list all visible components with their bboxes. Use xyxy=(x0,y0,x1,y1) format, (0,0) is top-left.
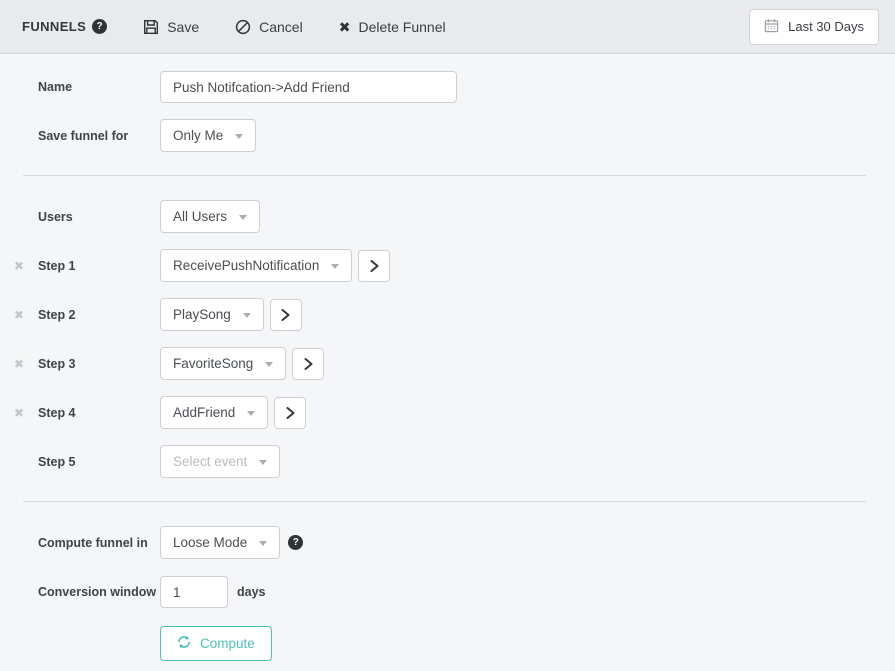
chevron-down-icon xyxy=(259,460,267,465)
step-3-event-value: FavoriteSong xyxy=(173,356,253,371)
step-5-event-placeholder: Select event xyxy=(173,454,247,469)
save-button[interactable]: Save xyxy=(143,19,199,35)
chevron-down-icon xyxy=(235,134,243,139)
save-icon xyxy=(143,19,159,35)
step-label: Step 1 xyxy=(38,259,160,273)
chevron-down-icon xyxy=(265,362,273,367)
step-row: Step 5 Select event xyxy=(0,445,895,478)
step-3-properties-button[interactable] xyxy=(292,348,324,380)
compute-button-label: Compute xyxy=(200,636,255,651)
save-button-label: Save xyxy=(167,19,199,35)
chevron-right-icon xyxy=(370,260,379,272)
step-1-event-value: ReceivePushNotification xyxy=(173,258,319,273)
save-funnel-for-row: Save funnel for Only Me xyxy=(0,119,895,152)
save-funnel-for-select[interactable]: Only Me xyxy=(160,119,256,152)
date-range-label: Last 30 Days xyxy=(788,19,864,34)
conversion-window-input[interactable] xyxy=(160,576,228,608)
name-row: Name xyxy=(0,71,895,103)
name-label: Name xyxy=(38,80,160,94)
compute-mode-help-icon[interactable]: ? xyxy=(288,535,303,550)
step-label: Step 4 xyxy=(38,406,160,420)
chevron-down-icon xyxy=(247,411,255,416)
step-4-event-select[interactable]: AddFriend xyxy=(160,396,268,429)
chevron-down-icon xyxy=(259,541,267,546)
chevron-down-icon xyxy=(239,215,247,220)
conversion-window-label: Conversion window xyxy=(38,585,160,599)
step-label: Step 2 xyxy=(38,308,160,322)
remove-step-icon[interactable]: ✖ xyxy=(14,260,24,272)
step-row: ✖ Step 2 PlaySong xyxy=(0,298,895,331)
conversion-window-unit: days xyxy=(237,585,266,599)
step-label: Step 3 xyxy=(38,357,160,371)
divider xyxy=(23,175,866,176)
funnel-editor-form: Name Save funnel for Only Me Users All U… xyxy=(0,54,895,661)
funnels-help-icon[interactable]: ? xyxy=(92,19,107,34)
step-4-event-value: AddFriend xyxy=(173,405,235,420)
date-range-button[interactable]: Last 30 Days xyxy=(749,9,879,45)
chevron-down-icon xyxy=(331,264,339,269)
delete-funnel-label: Delete Funnel xyxy=(358,19,445,35)
divider xyxy=(23,501,866,502)
users-label: Users xyxy=(38,210,160,224)
step-1-properties-button[interactable] xyxy=(358,250,390,282)
step-3-event-select[interactable]: FavoriteSong xyxy=(160,347,286,380)
refresh-icon xyxy=(177,635,191,652)
compute-mode-row: Compute funnel in Loose Mode ? xyxy=(0,526,895,559)
step-row: ✖ Step 3 FavoriteSong xyxy=(0,347,895,380)
page-title-text: FUNNELS xyxy=(22,19,86,34)
compute-button[interactable]: Compute xyxy=(160,626,272,661)
calendar-icon xyxy=(764,18,779,36)
funnel-name-input[interactable] xyxy=(160,71,457,103)
step-row: ✖ Step 4 AddFriend xyxy=(0,396,895,429)
step-4-properties-button[interactable] xyxy=(274,397,306,429)
save-funnel-for-value: Only Me xyxy=(173,128,223,143)
remove-step-icon[interactable]: ✖ xyxy=(14,358,24,370)
compute-mode-value: Loose Mode xyxy=(173,535,247,550)
compute-mode-label: Compute funnel in xyxy=(38,536,160,550)
step-5-event-select[interactable]: Select event xyxy=(160,445,280,478)
users-select[interactable]: All Users xyxy=(160,200,260,233)
topbar: FUNNELS ? Save Cancel ✖ Delete Funnel xyxy=(0,0,895,54)
delete-icon: ✖ xyxy=(339,20,351,34)
step-2-properties-button[interactable] xyxy=(270,299,302,331)
remove-step-icon[interactable]: ✖ xyxy=(14,407,24,419)
chevron-right-icon xyxy=(286,407,295,419)
step-label: Step 5 xyxy=(38,455,160,469)
save-funnel-for-label: Save funnel for xyxy=(38,129,160,143)
conversion-window-row: Conversion window days xyxy=(0,576,895,608)
chevron-right-icon xyxy=(304,358,313,370)
page-title: FUNNELS ? xyxy=(22,19,107,34)
cancel-button[interactable]: Cancel xyxy=(235,19,303,35)
chevron-down-icon xyxy=(243,313,251,318)
step-1-event-select[interactable]: ReceivePushNotification xyxy=(160,249,352,282)
compute-mode-select[interactable]: Loose Mode xyxy=(160,526,280,559)
delete-funnel-button[interactable]: ✖ Delete Funnel xyxy=(339,19,446,35)
users-row: Users All Users xyxy=(0,200,895,233)
compute-row: Compute xyxy=(0,626,895,661)
step-2-event-value: PlaySong xyxy=(173,307,231,322)
remove-step-icon[interactable]: ✖ xyxy=(14,309,24,321)
cancel-button-label: Cancel xyxy=(259,19,303,35)
step-row: ✖ Step 1 ReceivePushNotification xyxy=(0,249,895,282)
users-value: All Users xyxy=(173,209,227,224)
step-2-event-select[interactable]: PlaySong xyxy=(160,298,264,331)
chevron-right-icon xyxy=(281,309,290,321)
cancel-icon xyxy=(235,19,251,35)
